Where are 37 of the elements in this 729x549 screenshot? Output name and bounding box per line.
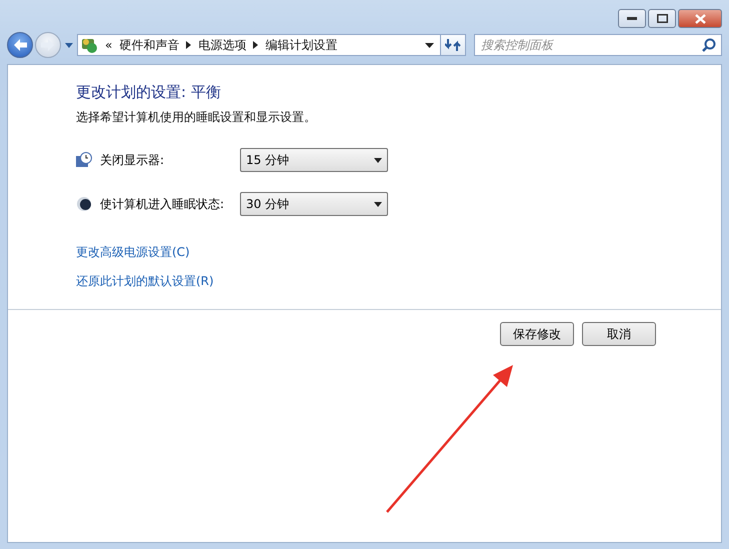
page-heading: 更改计划的设置: 平衡: [76, 83, 222, 102]
back-arrow-icon: [12, 38, 28, 52]
description-text: 选择希望计算机使用的睡眠设置和显示设置。: [76, 109, 317, 126]
chevron-icon[interactable]: [253, 41, 258, 49]
setting-label: 关闭显示器:: [100, 152, 166, 168]
breadcrumb-item[interactable]: 编辑计划设置: [265, 36, 338, 54]
dropdown-caret-icon[interactable]: [425, 42, 434, 48]
moon-icon: [76, 196, 92, 212]
time-dropdown[interactable]: 30 分钟: [240, 192, 388, 216]
monitor-clock-icon: [76, 152, 92, 168]
address-bar[interactable]: « 硬件和声音 电源选项 编辑计划设置: [77, 34, 441, 56]
time-dropdown[interactable]: 15 分钟: [240, 148, 388, 172]
control-panel-icon: [80, 36, 98, 54]
refresh-icon: [445, 38, 461, 52]
dropdown-caret-icon: [374, 202, 382, 206]
search-field[interactable]: 搜索控制面板: [474, 34, 722, 56]
maximize-button[interactable]: [648, 9, 676, 28]
dropdown-caret-icon: [374, 158, 382, 162]
settings-link[interactable]: 还原此计划的默认设置(R): [76, 273, 214, 290]
close-button[interactable]: [678, 9, 722, 28]
breadcrumb-item[interactable]: 电源选项: [198, 36, 246, 54]
caret-icon: [65, 42, 73, 48]
refresh-button[interactable]: [440, 34, 466, 56]
breadcrumb-overflow[interactable]: «: [105, 38, 112, 52]
setting-label: 使计算机进入睡眠状态:: [100, 196, 226, 212]
minimize-icon: [627, 16, 637, 20]
search-icon[interactable]: [702, 38, 716, 52]
settings-link[interactable]: 更改高级电源设置(C): [76, 244, 190, 261]
dialog-button[interactable]: 保存修改: [500, 322, 574, 346]
back-button[interactable]: [7, 32, 33, 58]
minimize-button[interactable]: [618, 9, 646, 28]
chevron-icon[interactable]: [186, 41, 192, 49]
maximize-icon: [656, 14, 668, 23]
breadcrumb-item[interactable]: 硬件和声音: [119, 36, 180, 54]
close-icon: [694, 14, 706, 24]
history-dropdown-button[interactable]: [63, 42, 75, 48]
dialog-button[interactable]: 取消: [582, 322, 656, 346]
